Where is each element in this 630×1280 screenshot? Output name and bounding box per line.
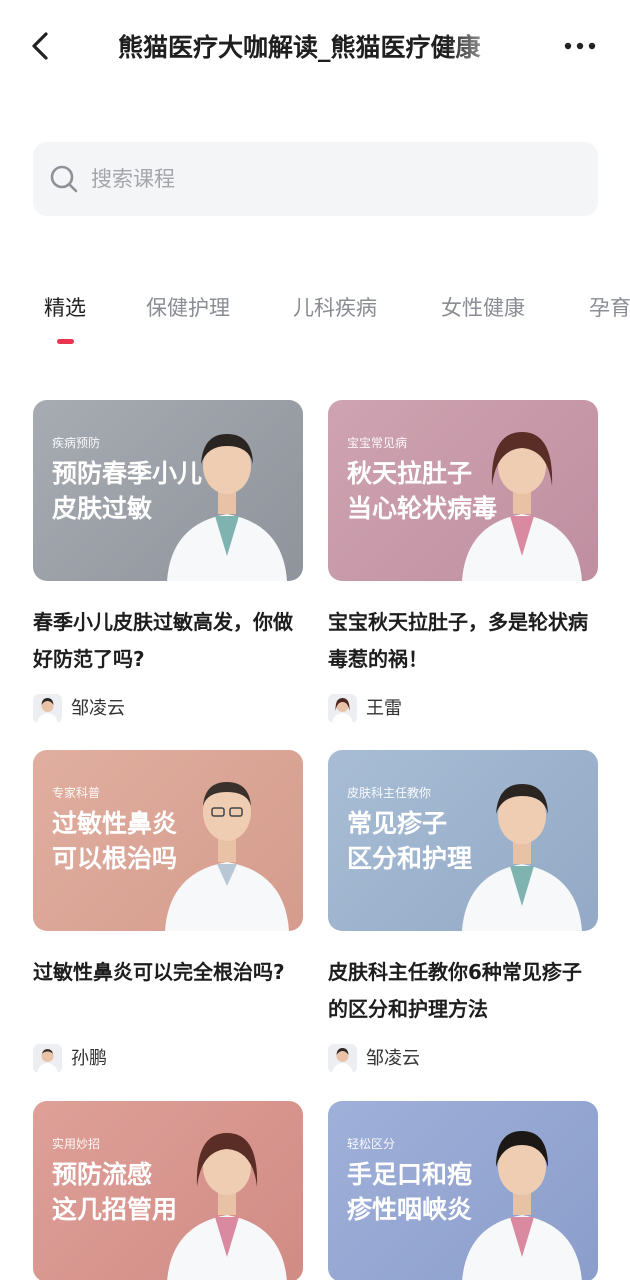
cover-tag: 疾病预防 xyxy=(52,436,101,450)
course-title[interactable]: 过敏性鼻炎可以完全根治吗? xyxy=(33,954,305,991)
course-cover: 轻松区分 手足口和疱 疹性咽峡炎 xyxy=(328,1101,598,1280)
cover-tag: 实用妙招 xyxy=(52,1137,101,1151)
author-name: 邹凌云 xyxy=(366,1048,420,1069)
page-title: 熊猫医疗大咖解读_熊猫医疗健康 xyxy=(118,33,481,62)
search-icon xyxy=(49,164,79,194)
tab-pediatrics[interactable]: 儿科疾病 xyxy=(293,290,377,326)
avatar xyxy=(33,694,62,723)
top-bar: 熊猫医疗大咖解读_熊猫医疗健康 xyxy=(0,0,630,92)
doctor-photo xyxy=(462,784,582,931)
search-bar[interactable] xyxy=(33,142,598,216)
search-input[interactable] xyxy=(91,142,581,216)
cover-tag: 轻松区分 xyxy=(347,1137,396,1151)
course-cover: 实用妙招 预防流感 这几招管用 xyxy=(33,1101,303,1280)
tab-health-care[interactable]: 保健护理 xyxy=(146,290,230,326)
cover-tag: 皮肤科主任教你 xyxy=(347,786,432,800)
tab-pregnancy[interactable]: 孕育 xyxy=(589,290,630,326)
course-cover: 宝宝常见病 秋天拉肚子 当心轮状病毒 xyxy=(328,400,598,581)
doctor-photo xyxy=(462,1131,582,1280)
doctor-photo xyxy=(167,434,287,581)
avatar xyxy=(328,694,357,723)
author-name: 邹凌云 xyxy=(71,698,125,719)
course-title[interactable]: 皮肤科主任教你6种常见疹子的区分和护理方法 xyxy=(328,954,600,1028)
course-cover: 专家科普 过敏性鼻炎 可以根治吗 xyxy=(33,750,303,931)
chevron-left-icon[interactable] xyxy=(26,26,62,66)
more-horizontal-icon[interactable] xyxy=(560,28,604,64)
category-tabs: 精选 保健护理 儿科疾病 女性健康 孕育 xyxy=(0,290,630,350)
cover-tag: 宝宝常见病 xyxy=(347,436,408,450)
tab-featured[interactable]: 精选 xyxy=(44,290,86,326)
avatar xyxy=(33,1044,62,1073)
course-title[interactable]: 宝宝秋天拉肚子，多是轮状病毒惹的祸！ xyxy=(328,604,600,678)
doctor-photo xyxy=(462,432,582,581)
course-title[interactable]: 春季小儿皮肤过敏高发，你做好防范了吗? xyxy=(33,604,305,678)
course-cover: 皮肤科主任教你 常见疹子 区分和护理 xyxy=(328,750,598,931)
course-cover: 疾病预防 预防春季小儿 皮肤过敏 xyxy=(33,400,303,581)
avatar xyxy=(328,1044,357,1073)
doctor-photo xyxy=(167,1133,287,1280)
author-name: 王雷 xyxy=(366,698,402,719)
cover-tag: 专家科普 xyxy=(52,786,101,800)
doctor-photo xyxy=(165,782,289,931)
author-name: 孙鹏 xyxy=(71,1048,107,1069)
active-tab-indicator xyxy=(57,339,74,344)
tab-womens-health[interactable]: 女性健康 xyxy=(441,290,525,326)
